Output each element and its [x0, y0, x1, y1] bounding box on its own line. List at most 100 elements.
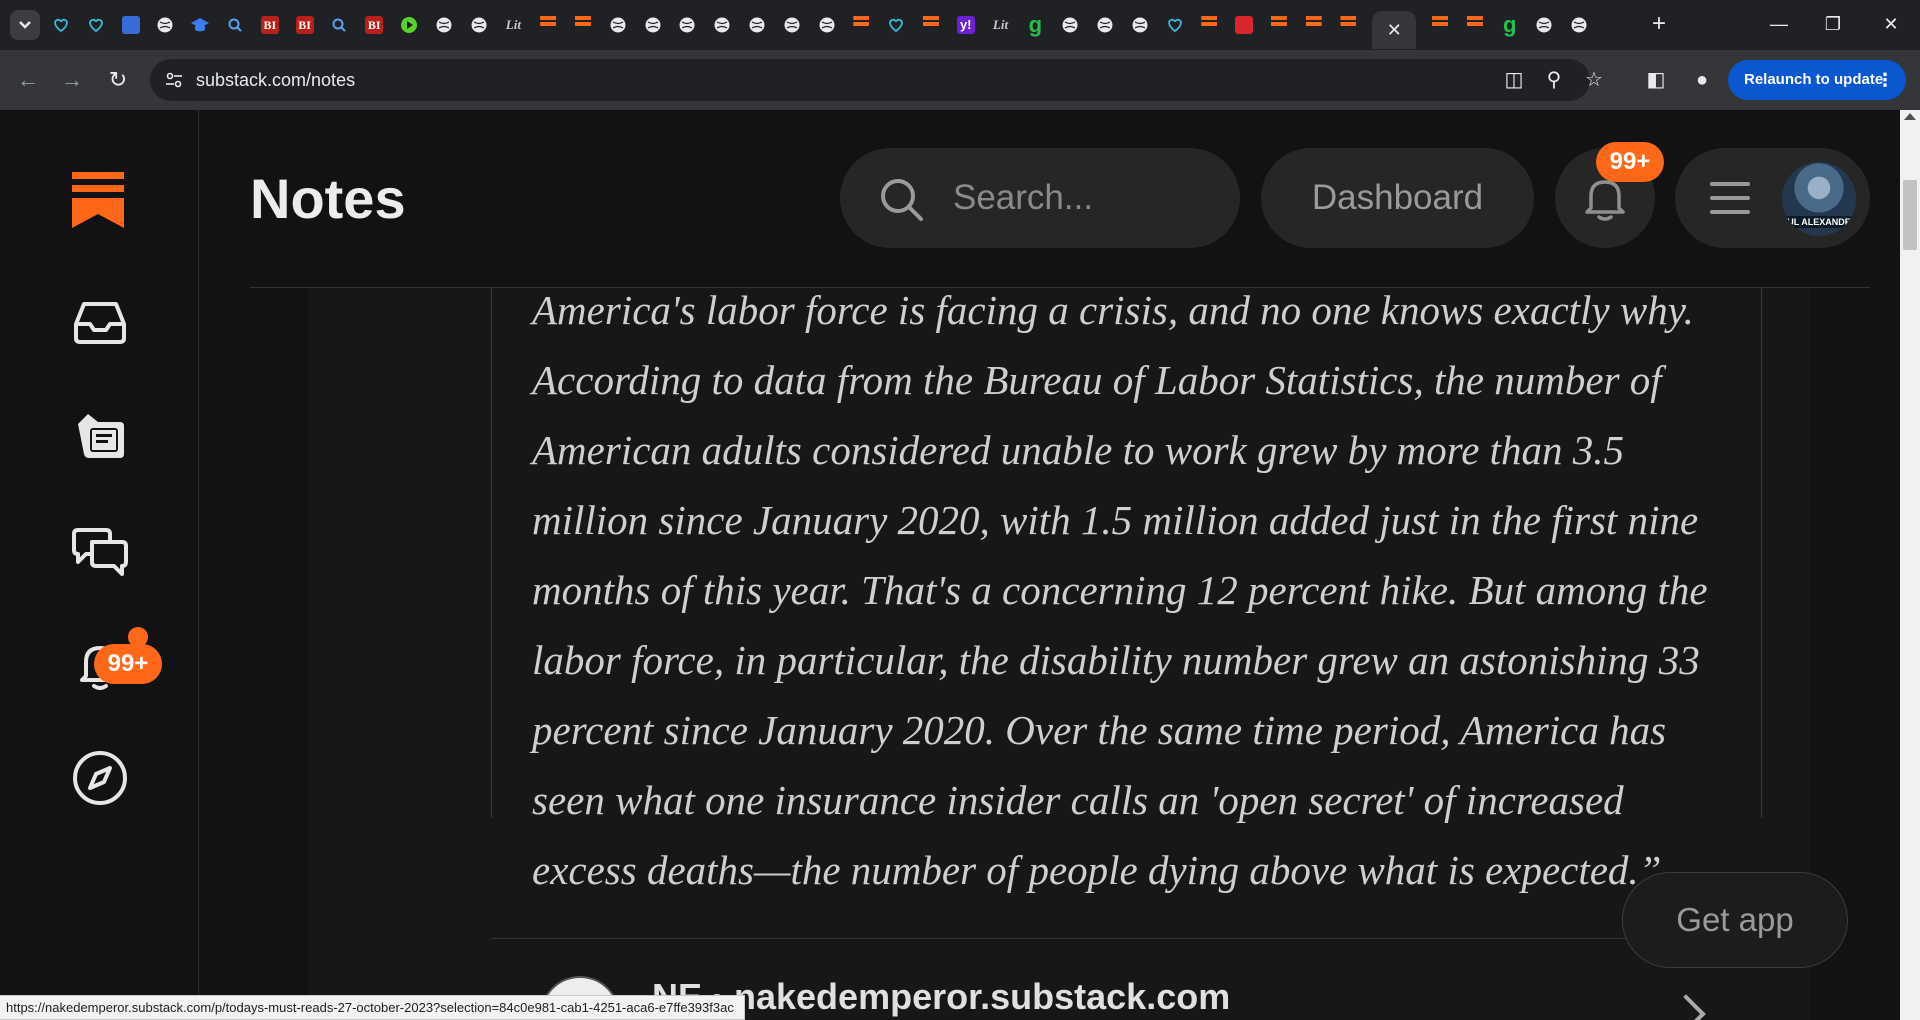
scrollbar-thumb[interactable] — [1903, 180, 1917, 250]
favicon-search-icon — [332, 18, 347, 32]
tab-favicon-search-icon[interactable] — [224, 14, 246, 36]
favicon-bi-icon: BI — [295, 16, 314, 34]
tab-favicon-search-icon[interactable] — [328, 14, 350, 36]
user-avatar[interactable]: UL ALEXANDE — [1782, 162, 1856, 236]
favicon-heart-icon — [1167, 18, 1182, 33]
favicon-substack-icon — [922, 16, 939, 34]
tab-favicon-bi-icon[interactable]: BI — [259, 14, 281, 36]
get-app-button[interactable]: Get app — [1622, 872, 1848, 968]
address-bar[interactable]: substack.com/notes ◫ ⚲ ☆ — [150, 59, 1603, 101]
tab-favicon-lit-icon[interactable]: Lit — [990, 14, 1012, 36]
search-icon — [881, 179, 923, 221]
forward-button[interactable]: → — [58, 66, 86, 94]
side-panel-icon[interactable]: ◧ — [1642, 66, 1670, 94]
reader-icon[interactable] — [68, 404, 132, 468]
minimize-button[interactable]: — — [1764, 12, 1794, 36]
favicon-red-icon — [1235, 16, 1254, 34]
favicon-substack-icon — [574, 16, 591, 34]
favicon-globe-icon — [784, 17, 800, 33]
bookmark-star-icon[interactable]: ☆ — [1582, 68, 1606, 92]
tab-favicon-globe-icon[interactable] — [711, 14, 733, 36]
close-window-button[interactable]: ✕ — [1876, 12, 1906, 36]
tab-favicon-g-icon[interactable]: g — [1024, 14, 1046, 36]
tab-favicon-red-icon[interactable] — [1233, 14, 1255, 36]
favicon-play-icon — [400, 17, 417, 33]
tab-favicon-globe-icon[interactable] — [1094, 14, 1116, 36]
tab-favicon-substack-icon[interactable] — [850, 14, 872, 36]
reload-button[interactable]: ↻ — [104, 66, 132, 94]
page-scrollbar[interactable] — [1900, 110, 1920, 1020]
favicon-substack-icon — [1340, 16, 1357, 34]
page-title: Notes — [250, 167, 406, 230]
tab-favicon-g-icon[interactable]: g — [1499, 14, 1521, 36]
favicon-globe-icon — [679, 17, 695, 33]
tab-favicon-substack-icon[interactable] — [920, 14, 942, 36]
tab-favicon-substack-icon[interactable] — [1429, 14, 1451, 36]
favicon-g-icon: g — [1502, 12, 1517, 37]
tab-favicon-substack-icon[interactable] — [537, 14, 559, 36]
tab-favicon-globe-icon[interactable] — [1568, 14, 1590, 36]
compass-icon[interactable] — [68, 746, 132, 810]
tab-favicon-lit-icon[interactable]: Lit — [502, 14, 524, 36]
tab-favicon-heart-icon[interactable] — [85, 14, 107, 36]
tab-favicon-globe-icon[interactable] — [1059, 14, 1081, 36]
inbox-icon[interactable] — [68, 290, 132, 354]
substack-logo-icon[interactable] — [72, 172, 124, 228]
tab-favicon-substack-icon[interactable] — [1198, 14, 1220, 36]
back-button[interactable]: ← — [14, 66, 42, 94]
tab-favicon-cap-icon[interactable] — [189, 14, 211, 36]
tab-favicon-globe-icon[interactable] — [1533, 14, 1555, 36]
restore-button[interactable]: ❐ — [1818, 12, 1848, 36]
tab-favicon-substack-icon[interactable] — [572, 14, 594, 36]
favicon-bi-icon: BI — [260, 16, 279, 34]
zoom-icon[interactable]: ⚲ — [1542, 68, 1566, 92]
tab-favicon-bi-icon[interactable]: BI — [294, 14, 316, 36]
tab-favicon-heart-icon[interactable] — [50, 14, 72, 36]
tab-close-icon[interactable]: ✕ — [1372, 11, 1417, 49]
left-sidebar: 99+ — [0, 110, 199, 1020]
url-text[interactable]: substack.com/notes — [196, 70, 355, 91]
activity-badge: 99+ — [94, 644, 162, 684]
favicon-cap-icon — [191, 18, 210, 32]
profile-icon[interactable]: ● — [1688, 66, 1716, 94]
tab-favicon-globe-icon[interactable] — [468, 14, 490, 36]
favicon-substack-icon — [1201, 16, 1218, 34]
tab-favicon-substack-icon[interactable] — [1337, 14, 1359, 36]
chat-icon[interactable] — [68, 518, 132, 582]
more-menu-icon[interactable]: ⋮ — [1876, 60, 1894, 100]
search-input[interactable]: Search... — [840, 148, 1240, 248]
tab-favicon-heart-icon[interactable] — [1164, 14, 1186, 36]
tab-favicon-substack-icon[interactable] — [1303, 14, 1325, 36]
tab-favicon-yahoo-icon[interactable]: y! — [955, 14, 977, 36]
scroll-up-arrow-icon[interactable] — [1904, 113, 1916, 120]
tab-favicon-globe-icon[interactable] — [154, 14, 176, 36]
tab-search-button[interactable] — [10, 10, 40, 40]
favicon-globe-icon — [1571, 17, 1587, 33]
tab-favicon-globe-icon[interactable] — [433, 14, 455, 36]
tab-favicon-heart-icon[interactable] — [885, 14, 907, 36]
favicon-globe-icon — [749, 17, 765, 33]
site-info-icon[interactable] — [164, 70, 184, 90]
relaunch-button[interactable]: Relaunch to update ⋮ — [1728, 60, 1906, 100]
search-placeholder: Search... — [953, 178, 1094, 217]
dashboard-button[interactable]: Dashboard — [1261, 148, 1534, 248]
tab-favicon-substack-icon[interactable] — [1268, 14, 1290, 36]
tab-favicon-globe-icon[interactable] — [676, 14, 698, 36]
tab-favicon-globe-icon[interactable] — [781, 14, 803, 36]
tab-favicon-substack-icon[interactable] — [1464, 14, 1486, 36]
favicon-search-icon — [228, 18, 242, 32]
tab-favicon-globe-icon[interactable] — [746, 14, 768, 36]
favicon-globe-icon — [1062, 17, 1078, 33]
new-tab-button[interactable]: + — [1652, 12, 1666, 36]
favicon-g-icon: g — [1028, 12, 1043, 37]
install-app-icon[interactable]: ◫ — [1502, 68, 1526, 92]
tab-favicon-globe-icon[interactable] — [816, 14, 838, 36]
tab-favicon-globe-icon[interactable] — [1129, 14, 1151, 36]
tab-favicon-bi-icon[interactable]: BI — [363, 14, 385, 36]
tab-favicon-globe-icon[interactable] — [642, 14, 664, 36]
tab-favicon-app-icon[interactable] — [120, 14, 142, 36]
tab-favicon-globe-icon[interactable] — [607, 14, 629, 36]
avatar-caption: UL ALEXANDE — [1782, 216, 1856, 228]
favicon-globe-icon — [471, 17, 487, 33]
tab-favicon-play-icon[interactable] — [398, 14, 420, 36]
